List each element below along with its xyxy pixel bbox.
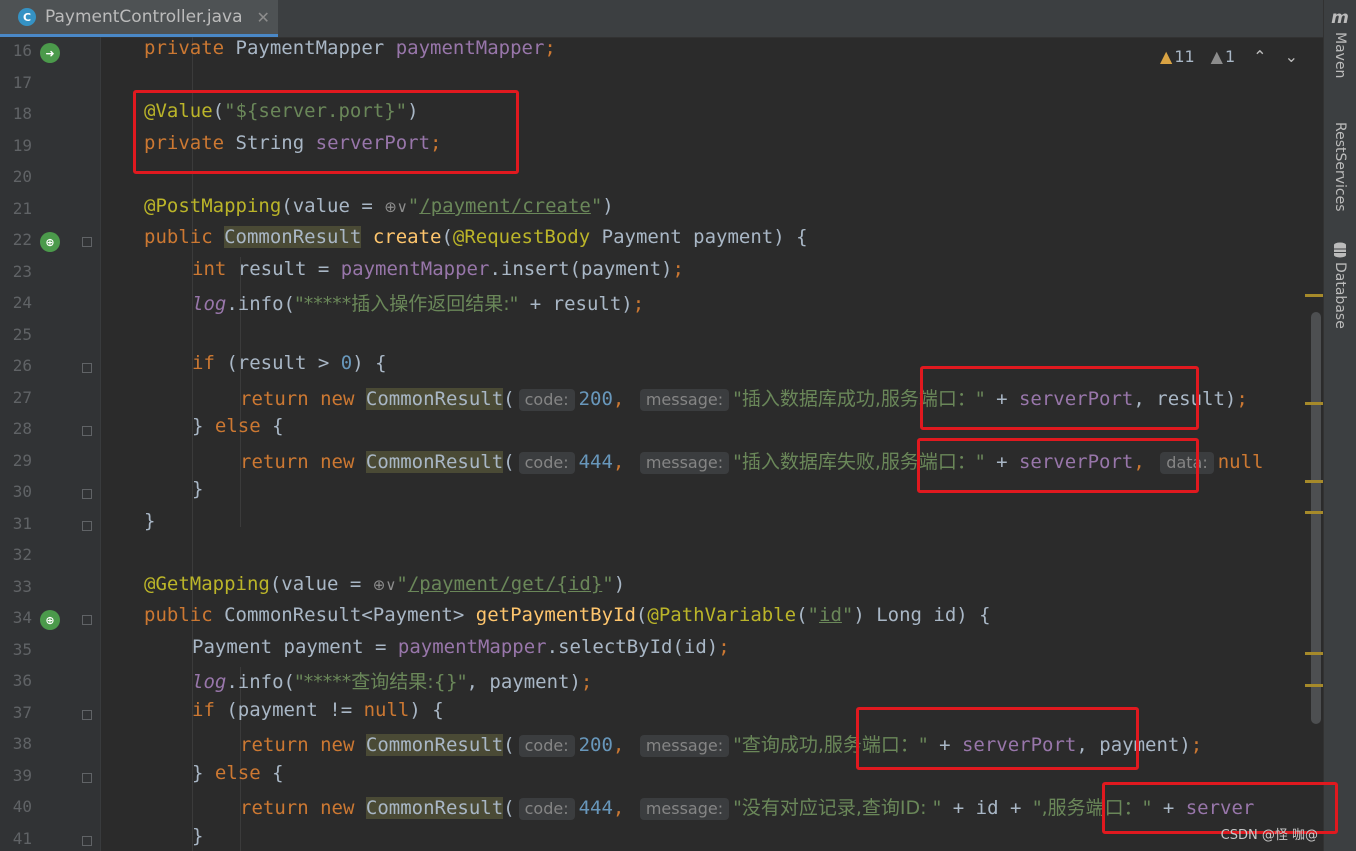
line-number: 27 bbox=[12, 388, 32, 407]
line-number: 23 bbox=[12, 262, 32, 281]
line-number: 18 bbox=[12, 104, 32, 123]
chevron-down-icon[interactable]: ⌄ bbox=[1285, 47, 1298, 66]
fold-marker[interactable] bbox=[82, 426, 92, 436]
warning-count: 11 bbox=[1174, 47, 1195, 66]
fold-marker[interactable] bbox=[82, 615, 92, 625]
code-line-34: public CommonResult<Payment> getPaymentB… bbox=[144, 604, 991, 626]
code-line-39: } else { bbox=[192, 762, 284, 784]
vertical-scrollbar[interactable] bbox=[1311, 312, 1321, 724]
line-number: 40 bbox=[12, 797, 32, 816]
line-number: 33 bbox=[12, 577, 32, 596]
param-hint: message: bbox=[639, 452, 730, 474]
tool-rest-label: RestServices bbox=[1332, 122, 1348, 212]
fold-marker[interactable] bbox=[82, 773, 92, 783]
line-number: 37 bbox=[12, 703, 32, 722]
line-number: 26 bbox=[12, 356, 32, 375]
fold-marker[interactable] bbox=[82, 836, 92, 846]
editor-tab-bar: C PaymentController.java ✕ bbox=[0, 0, 1324, 38]
line-number: 25 bbox=[12, 325, 32, 344]
line-number: 28 bbox=[12, 419, 32, 438]
line-number: 17 bbox=[12, 73, 32, 92]
tool-maven-label: Maven bbox=[1332, 32, 1348, 79]
line-number: 35 bbox=[12, 640, 32, 659]
code-line-26: if (result > 0) { bbox=[192, 352, 387, 374]
spring-bean-icon[interactable]: ➜ bbox=[40, 43, 60, 63]
tab-title: PaymentController.java bbox=[45, 7, 243, 27]
param-hint: code: bbox=[518, 798, 575, 820]
line-number: 30 bbox=[12, 482, 32, 501]
inspection-widget[interactable]: ▲ 11 ▲ 1 ⌃ ⌄ bbox=[1160, 47, 1298, 66]
highlight-box bbox=[917, 438, 1199, 493]
fold-marker[interactable] bbox=[82, 521, 92, 531]
code-line-16: private PaymentMapper paymentMapper; bbox=[144, 37, 556, 59]
highlight-box bbox=[133, 90, 519, 174]
line-number: 38 bbox=[12, 734, 32, 753]
code-line-24: log.info("*****插入操作返回结果:" + result); bbox=[192, 293, 645, 315]
globe-icon: ⊕∨ bbox=[372, 576, 397, 594]
line-number: 19 bbox=[12, 136, 32, 155]
close-icon[interactable]: ✕ bbox=[257, 8, 270, 27]
line-number: 34 bbox=[12, 608, 32, 627]
watermark: CSDN @怪 咖@ bbox=[1220, 828, 1318, 843]
chevron-up-icon[interactable]: ⌃ bbox=[1253, 47, 1266, 66]
warning-icon: ▲ bbox=[1160, 47, 1173, 66]
warning-marker[interactable] bbox=[1305, 480, 1323, 483]
warning-marker[interactable] bbox=[1305, 684, 1323, 687]
warning-marker[interactable] bbox=[1305, 652, 1323, 655]
highlight-box bbox=[856, 707, 1139, 770]
tool-database-label: Database bbox=[1332, 262, 1348, 329]
warning-marker[interactable] bbox=[1305, 511, 1323, 514]
tool-database[interactable]: Database bbox=[1324, 242, 1356, 329]
param-hint: message: bbox=[639, 735, 730, 757]
code-line-35: Payment payment = paymentMapper.selectBy… bbox=[192, 636, 730, 658]
line-number: 29 bbox=[12, 451, 32, 470]
tab-payment-controller[interactable]: C PaymentController.java ✕ bbox=[0, 0, 278, 37]
line-number: 16 bbox=[12, 41, 32, 60]
database-icon bbox=[1334, 242, 1346, 258]
weak-warning-icon: ▲ bbox=[1210, 47, 1223, 66]
code-line-28: } else { bbox=[192, 415, 284, 437]
editor-gutter: 16 17 18 19 20 21 22 23 24 25 26 27 28 2… bbox=[0, 37, 101, 851]
line-number: 24 bbox=[12, 293, 32, 312]
code-line-23: int result = paymentMapper.insert(paymen… bbox=[192, 258, 684, 280]
code-line-21: @PostMapping(value = ⊕∨"/payment/create"… bbox=[144, 195, 614, 217]
param-hint: code: bbox=[518, 735, 575, 757]
param-hint: message: bbox=[639, 798, 730, 820]
param-hint: message: bbox=[639, 389, 730, 411]
code-line-33: @GetMapping(value = ⊕∨"/payment/get/{id}… bbox=[144, 573, 626, 595]
tool-maven[interactable]: m Maven bbox=[1324, 8, 1356, 78]
param-hint: code: bbox=[518, 452, 575, 474]
code-line-36: log.info("*****查询结果:{}", payment); bbox=[192, 671, 593, 693]
line-number: 21 bbox=[12, 199, 32, 218]
fold-marker[interactable] bbox=[82, 237, 92, 247]
spring-endpoint-icon[interactable]: ⊕ bbox=[40, 232, 60, 252]
java-class-icon: C bbox=[18, 8, 36, 26]
right-tool-strip: m Maven RestServices Database bbox=[1323, 0, 1356, 851]
code-line-31: } bbox=[144, 510, 156, 532]
weak-warning-count: 1 bbox=[1224, 47, 1236, 66]
line-number: 41 bbox=[12, 829, 32, 848]
warning-marker[interactable] bbox=[1305, 294, 1323, 297]
line-number: 39 bbox=[12, 766, 32, 785]
code-line-41: } bbox=[192, 825, 204, 847]
fold-marker[interactable] bbox=[82, 710, 92, 720]
warning-marker[interactable] bbox=[1305, 402, 1323, 405]
line-number: 20 bbox=[12, 167, 32, 186]
globe-icon: ⊕∨ bbox=[384, 198, 408, 216]
fold-marker[interactable] bbox=[82, 489, 92, 499]
code-line-30: } bbox=[192, 478, 204, 500]
line-number: 31 bbox=[12, 514, 32, 533]
line-number: 36 bbox=[12, 671, 32, 690]
maven-icon: m bbox=[1331, 8, 1349, 28]
fold-marker[interactable] bbox=[82, 363, 92, 373]
spring-endpoint-icon[interactable]: ⊕ bbox=[40, 610, 60, 630]
param-hint: code: bbox=[518, 389, 575, 411]
tool-rest-services[interactable]: RestServices bbox=[1324, 118, 1356, 212]
line-number: 32 bbox=[12, 545, 32, 564]
code-line-37: if (payment != null) { bbox=[192, 699, 444, 721]
highlight-box bbox=[920, 366, 1199, 430]
line-number: 22 bbox=[12, 230, 32, 249]
code-line-22: public CommonResult create(@RequestBody … bbox=[144, 226, 808, 248]
